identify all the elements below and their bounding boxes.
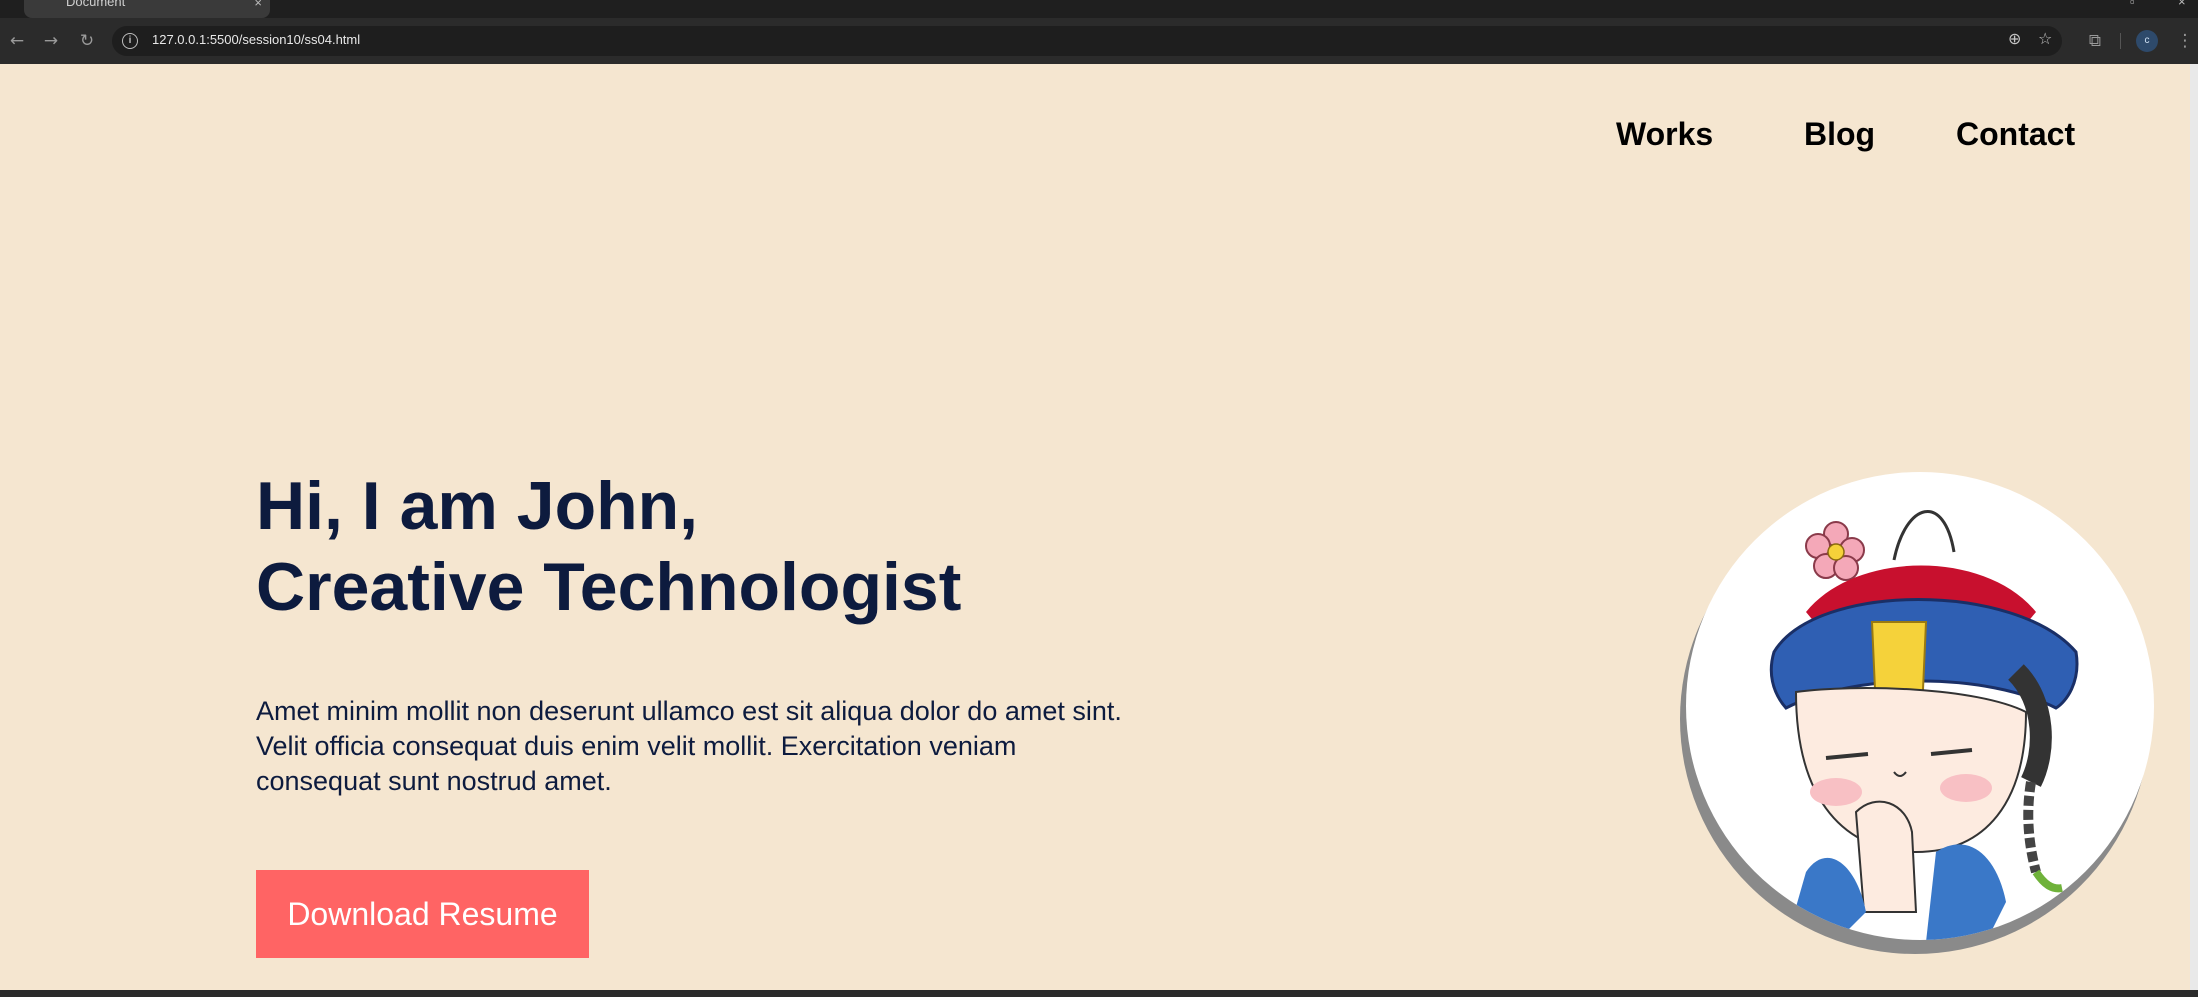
browser-tab[interactable]: Document × (24, 0, 270, 18)
close-window-icon[interactable]: × (2178, 0, 2186, 9)
profile-avatar[interactable]: c (2136, 30, 2158, 52)
url-text[interactable]: 127.0.0.1:5500/session10/ss04.html (152, 32, 360, 47)
download-resume-button[interactable]: Download Resume (256, 870, 589, 958)
extensions-icon[interactable]: ⧉ (2082, 28, 2108, 54)
reload-icon[interactable]: ↻ (74, 28, 100, 54)
nav-works[interactable]: Works (1616, 116, 1713, 153)
back-icon[interactable]: ← (4, 28, 30, 54)
tab-title: Document (66, 0, 126, 9)
avatar-illustration (1686, 472, 2154, 940)
nav-contact-link[interactable]: Contact (1956, 116, 2075, 152)
star-icon[interactable]: ☆ (2038, 29, 2052, 48)
forward-icon[interactable]: → (38, 28, 64, 54)
nav-blog-link[interactable]: Blog (1804, 116, 1875, 152)
nav-contact[interactable]: Contact (1956, 116, 2075, 153)
nav-blog[interactable]: Blog (1804, 116, 1875, 153)
browser-toolbar: ← → ↻ i 127.0.0.1:5500/session10/ss04.ht… (0, 18, 2198, 64)
zoom-icon[interactable]: ⊕ (2008, 29, 2021, 48)
toolbar-divider (2120, 33, 2121, 49)
tab-strip: Document × ▫ × (0, 0, 2198, 18)
flower-icon (1805, 521, 1865, 581)
headline-line-1: Hi, I am John, (256, 468, 699, 544)
avatar-illustration-svg (1769, 510, 2079, 940)
restore-window-icon[interactable]: ▫ (2130, 0, 2135, 9)
info-icon[interactable]: i (122, 33, 138, 49)
page-viewport: Works Blog Contact Hi, I am John, Creati… (0, 64, 2190, 990)
window-bottom-edge (0, 990, 2198, 997)
address-bar[interactable]: i 127.0.0.1:5500/session10/ss04.html ⊕ ☆ (112, 26, 2062, 56)
hero-headline: Hi, I am John, Creative Technologist (256, 466, 961, 628)
page-scrollbar[interactable] (2190, 64, 2198, 990)
headline-line-2: Creative Technologist (256, 549, 962, 625)
hero-description: Amet minim mollit non deserunt ullamco e… (256, 696, 1122, 796)
menu-icon[interactable]: ⋮ (2172, 28, 2198, 54)
tab-close-icon[interactable]: × (254, 0, 262, 10)
nav-works-link[interactable]: Works (1616, 116, 1713, 152)
